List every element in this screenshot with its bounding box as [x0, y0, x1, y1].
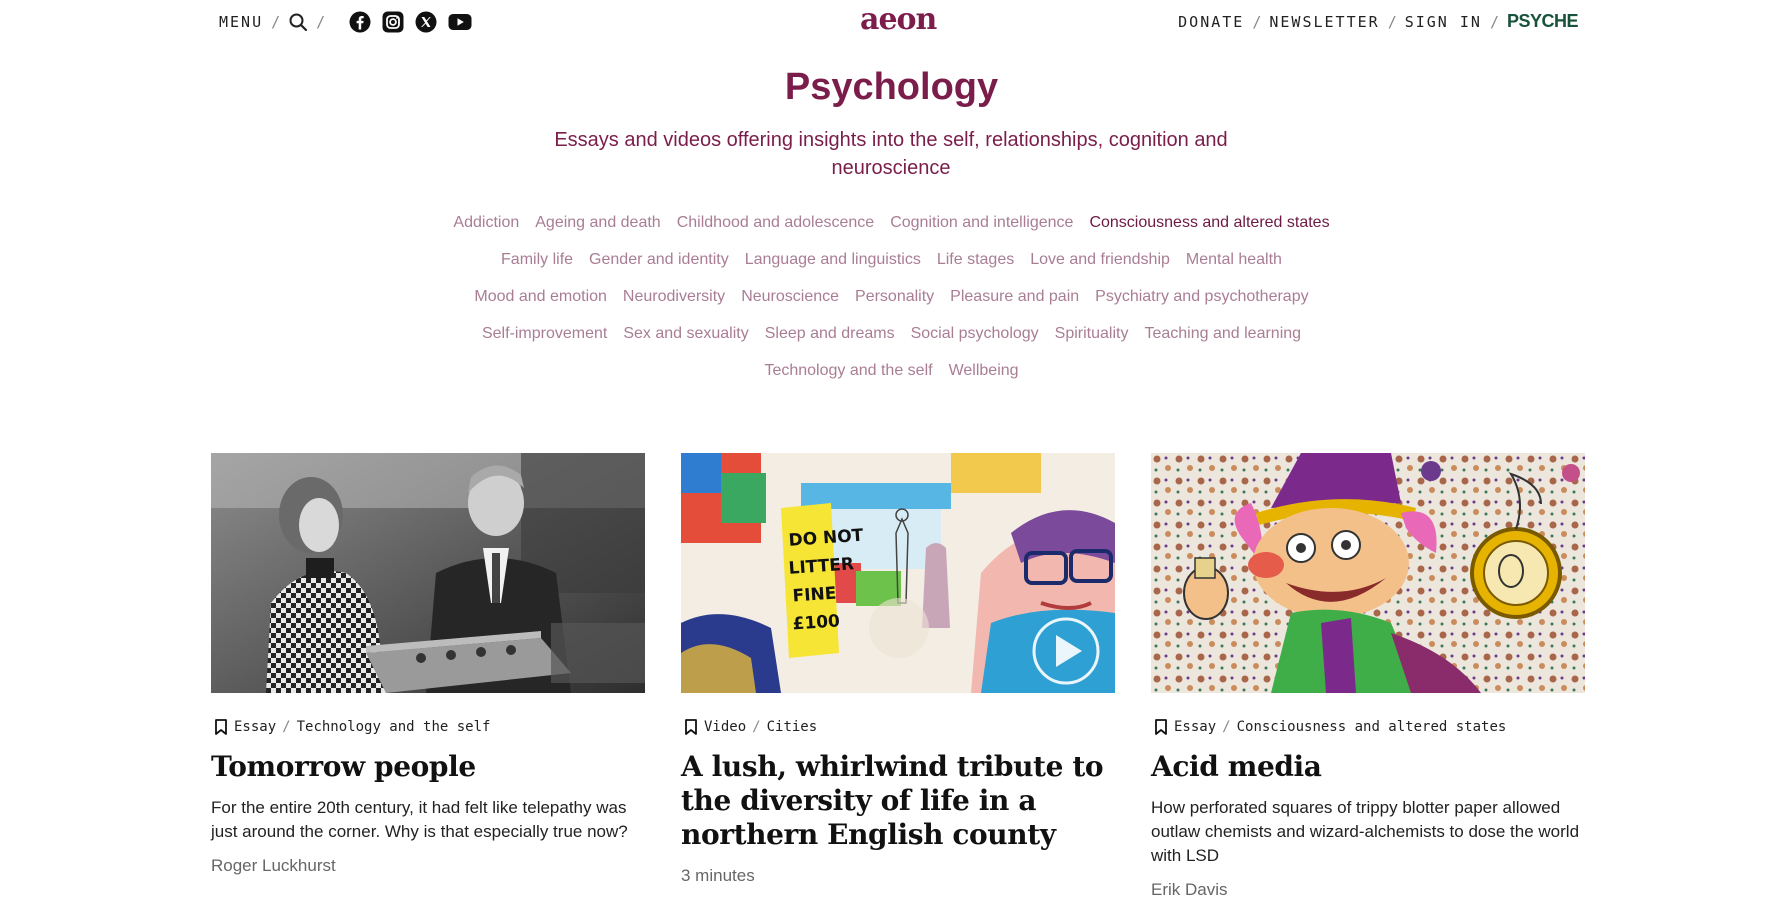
topic-link[interactable]: Love and friendship	[1022, 249, 1178, 271]
menu-button[interactable]: MENU	[219, 13, 263, 31]
article-image[interactable]	[211, 453, 645, 693]
topic-link[interactable]: Sex and sexuality	[615, 323, 756, 345]
article-category[interactable]: Cities	[767, 719, 818, 735]
aeon-logo[interactable]: aeon	[860, 2, 937, 37]
separator: /	[282, 719, 291, 735]
article-meta: Essay / Technology and the self	[211, 718, 645, 736]
separator: /	[1387, 12, 1397, 31]
social-links	[349, 11, 472, 33]
bookmark-icon[interactable]	[684, 719, 698, 735]
article-category[interactable]: Consciousness and altered states	[1237, 719, 1507, 735]
youtube-icon[interactable]	[448, 11, 472, 33]
article-meta: Essay / Consciousness and altered states	[1151, 718, 1585, 736]
article-title[interactable]: A lush, whirlwind tribute to the diversi…	[681, 750, 1115, 852]
video-duration: 3 minutes	[681, 866, 755, 885]
topic-link[interactable]: Personality	[847, 286, 942, 308]
topic-link[interactable]: Neurodiversity	[615, 286, 733, 308]
article-category[interactable]: Technology and the self	[297, 719, 491, 735]
topic-filter-list: Addiction Ageing and death Childhood and…	[420, 212, 1363, 382]
topic-link[interactable]: Mood and emotion	[466, 286, 615, 308]
header-right: DONATE / NEWSLETTER / SIGN IN / PSYCHE	[1178, 11, 1578, 32]
search-icon[interactable]	[288, 12, 308, 32]
bookmark-icon[interactable]	[1154, 719, 1168, 735]
topic-link-active[interactable]: Consciousness and altered states	[1081, 212, 1337, 234]
topic-link[interactable]: Gender and identity	[581, 249, 737, 271]
x-icon[interactable]	[415, 11, 437, 33]
site-header: MENU / / aeon DONATE / NEWSLETTER / SIGN…	[0, 0, 1783, 44]
topic-link[interactable]: Family life	[493, 249, 581, 271]
topic-link[interactable]: Teaching and learning	[1136, 323, 1309, 345]
header-left: MENU / /	[219, 11, 472, 33]
separator: /	[271, 13, 281, 31]
article-title[interactable]: Acid media	[1151, 750, 1585, 784]
svg-text:£100: £100	[792, 611, 841, 634]
article-card[interactable]: Essay / Technology and the self Tomorrow…	[211, 453, 645, 876]
topic-link[interactable]: Pleasure and pain	[942, 286, 1087, 308]
page-title: Psychology	[784, 66, 999, 108]
topic-link[interactable]: Addiction	[445, 212, 527, 234]
article-card[interactable]: Essay / Consciousness and altered states…	[1151, 453, 1585, 900]
topic-link[interactable]: Childhood and adolescence	[669, 212, 882, 234]
topic-link[interactable]: Technology and the self	[756, 360, 940, 382]
topic-link[interactable]: Wellbeing	[941, 360, 1027, 382]
svg-text:FINE: FINE	[792, 584, 837, 607]
separator: /	[752, 719, 761, 735]
donate-link[interactable]: DONATE	[1178, 13, 1244, 31]
article-image[interactable]	[1151, 453, 1585, 693]
bookmark-icon[interactable]	[214, 719, 228, 735]
topic-link[interactable]: Life stages	[929, 249, 1022, 271]
article-description: How perforated squares of trippy blotter…	[1151, 798, 1580, 865]
separator: /	[1222, 719, 1231, 735]
topic-link[interactable]: Language and linguistics	[737, 249, 929, 271]
separator: /	[316, 13, 326, 31]
sign-in-link[interactable]: SIGN IN	[1405, 13, 1482, 31]
facebook-icon[interactable]	[349, 11, 371, 33]
article-image[interactable]: DO NOT LITTER FINE £100	[681, 453, 1115, 693]
topic-link[interactable]: Sleep and dreams	[757, 323, 903, 345]
topic-link[interactable]: Self-improvement	[474, 323, 615, 345]
article-description: For the entire 20th century, it had felt…	[211, 798, 628, 841]
topic-link[interactable]: Spirituality	[1047, 323, 1137, 345]
article-author[interactable]: Roger Luckhurst	[211, 856, 645, 876]
article-card[interactable]: DO NOT LITTER FINE £100 Video / Cities A…	[681, 453, 1115, 886]
article-title[interactable]: Tomorrow people	[211, 750, 645, 784]
article-meta: Video / Cities	[681, 718, 1115, 736]
psyche-link[interactable]: PSYCHE	[1507, 11, 1579, 32]
separator: /	[1489, 12, 1499, 31]
topic-link[interactable]: Cognition and intelligence	[882, 212, 1081, 234]
topic-link[interactable]: Neuroscience	[733, 286, 847, 308]
article-type[interactable]: Essay	[1174, 719, 1216, 735]
topic-link[interactable]: Ageing and death	[527, 212, 668, 234]
article-type[interactable]: Essay	[234, 719, 276, 735]
newsletter-link[interactable]: NEWSLETTER	[1269, 13, 1379, 31]
topic-link[interactable]: Social psychology	[903, 323, 1047, 345]
topic-link[interactable]: Mental health	[1178, 249, 1290, 271]
instagram-icon[interactable]	[382, 11, 404, 33]
article-type[interactable]: Video	[704, 719, 746, 735]
separator: /	[1252, 12, 1262, 31]
topic-link[interactable]: Psychiatry and psychotherapy	[1087, 286, 1316, 308]
page-subtitle: Essays and videos offering insights into…	[554, 129, 1228, 179]
article-author[interactable]: Erik Davis	[1151, 880, 1585, 900]
